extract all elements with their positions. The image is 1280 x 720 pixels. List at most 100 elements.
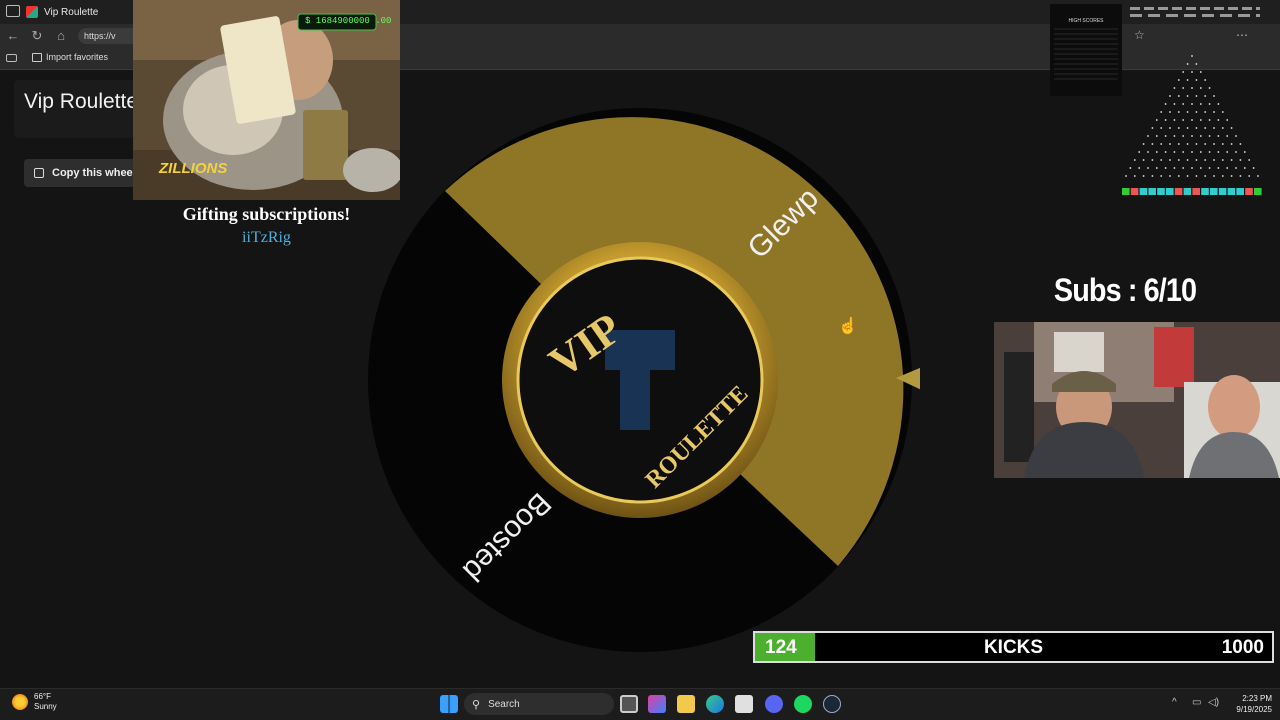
- sidebar-toggle-icon[interactable]: [6, 5, 20, 17]
- home-icon[interactable]: ⌂: [52, 27, 70, 45]
- network-icon[interactable]: ▭: [1192, 697, 1201, 708]
- plinko-peg: [1186, 79, 1189, 81]
- plinko-peg: [1208, 135, 1211, 137]
- roulette-wheel[interactable]: Glewp Boosted VIP ROULETTE: [360, 100, 934, 660]
- plinko-peg: [1230, 175, 1233, 177]
- volume-icon[interactable]: ◁): [1208, 697, 1219, 708]
- store-icon[interactable]: [735, 695, 753, 713]
- streamer-webcam: [994, 322, 1280, 478]
- plinko-bucket: [1130, 188, 1139, 195]
- plinko-peg: [1204, 79, 1207, 81]
- copy-wheel-button[interactable]: Copy this wheel: [24, 159, 144, 187]
- plinko-peg: [1195, 63, 1198, 65]
- plinko-peg: [1186, 111, 1189, 113]
- plinko-peg: [1177, 111, 1180, 113]
- tab-favicon-icon: [26, 6, 38, 18]
- refresh-icon[interactable]: ↻: [28, 27, 46, 45]
- plinko-peg: [1221, 111, 1224, 113]
- gift-counter: $ 1684900000 .00: [305, 16, 392, 26]
- plinko-peg: [1199, 87, 1202, 89]
- copilot-icon[interactable]: [648, 695, 666, 713]
- import-favorites-link[interactable]: Import favorites: [32, 52, 108, 62]
- plinko-peg: [1191, 119, 1193, 121]
- plinko-peg: [1160, 175, 1163, 177]
- plinko-peg: [1160, 143, 1163, 145]
- plinko-peg: [1195, 127, 1198, 129]
- taskbar-clock[interactable]: 2:23 PM 9/19/2025: [1226, 693, 1272, 715]
- plinko-peg: [1199, 103, 1202, 105]
- plinko-peg: [1169, 95, 1171, 97]
- plinko-peg: [1208, 151, 1211, 153]
- plinko-bucket: [1166, 188, 1174, 195]
- plinko-peg: [1155, 135, 1158, 137]
- plinko-peg: [1195, 111, 1198, 113]
- spotify-icon[interactable]: [794, 695, 812, 713]
- plinko-peg: [1169, 143, 1171, 145]
- plinko-peg: [1235, 135, 1237, 137]
- plinko-peg: [1199, 71, 1202, 73]
- discord-icon[interactable]: [765, 695, 783, 713]
- plinko-peg: [1230, 159, 1233, 161]
- plinko-peg: [1169, 127, 1171, 129]
- high-scores-list: [1054, 28, 1118, 82]
- plinko-peg: [1204, 143, 1207, 145]
- more-menu-icon[interactable]: ⋯: [1236, 28, 1248, 42]
- plinko-peg: [1230, 143, 1233, 145]
- plinko-peg: [1133, 175, 1136, 177]
- plinko-peg: [1195, 175, 1198, 177]
- plinko-bucket: [1201, 188, 1209, 195]
- plinko-bucket: [1183, 188, 1192, 195]
- plinko-peg: [1186, 95, 1189, 97]
- page-title: Vip Roulette: [24, 90, 139, 113]
- back-icon[interactable]: ←: [4, 27, 22, 45]
- plinko-peg: [1147, 135, 1149, 137]
- plinko-peg: [1199, 135, 1202, 137]
- plinko-peg: [1164, 167, 1167, 169]
- plinko-peg: [1164, 135, 1167, 137]
- task-view-icon[interactable]: [620, 695, 638, 713]
- plinko-peg: [1160, 127, 1163, 129]
- plinko-peg: [1213, 95, 1215, 97]
- plinko-peg: [1217, 135, 1220, 137]
- plinko-peg: [1221, 175, 1224, 177]
- plinko-peg: [1186, 127, 1189, 129]
- plinko-peg: [1177, 175, 1180, 177]
- weather-widget[interactable]: 66°F Sunny: [12, 692, 57, 712]
- start-button[interactable]: [440, 695, 458, 713]
- plinko-peg: [1199, 167, 1202, 169]
- plinko-peg: [1213, 111, 1215, 113]
- plinko-peg: [1208, 87, 1211, 89]
- high-scores-title: HIGH SCORES: [1068, 18, 1104, 24]
- plinko-peg: [1173, 87, 1176, 89]
- mouse-cursor-icon: ☝: [838, 318, 858, 335]
- plinko-peg: [1243, 151, 1246, 153]
- plinko-peg: [1239, 175, 1242, 177]
- url-field[interactable]: https://v: [78, 28, 138, 44]
- plinko-peg: [1239, 143, 1242, 145]
- plinko-peg: [1217, 167, 1220, 169]
- plinko-peg: [1213, 159, 1215, 161]
- plinko-peg: [1217, 151, 1220, 153]
- tab-vip-roulette[interactable]: Vip Roulette: [26, 2, 136, 22]
- tray-overflow-icon[interactable]: ^: [1172, 697, 1177, 708]
- file-explorer-icon[interactable]: [677, 695, 695, 713]
- steam-icon[interactable]: [823, 695, 841, 713]
- plinko-bucket: [1236, 188, 1244, 195]
- plinko-peg: [1151, 143, 1154, 145]
- favorite-star-icon[interactable]: ☆: [1134, 28, 1145, 42]
- taskbar-search[interactable]: ⚲ Search: [464, 693, 614, 715]
- collections-icon[interactable]: [6, 54, 17, 62]
- plinko-peg: [1235, 167, 1237, 169]
- plinko-peg: [1155, 151, 1158, 153]
- plinko-peg: [1151, 127, 1154, 129]
- plinko-peg: [1221, 159, 1224, 161]
- plinko-peg: [1151, 159, 1154, 161]
- plinko-peg: [1221, 143, 1224, 145]
- folder-icon: [32, 52, 42, 62]
- edge-browser-icon[interactable]: [706, 695, 724, 713]
- plinko-peg: [1177, 127, 1180, 129]
- high-scores-panel: HIGH SCORES: [1050, 4, 1122, 96]
- plinko-peg: [1217, 119, 1220, 121]
- plinko-peg: [1195, 79, 1198, 81]
- plinko-peg: [1195, 143, 1198, 145]
